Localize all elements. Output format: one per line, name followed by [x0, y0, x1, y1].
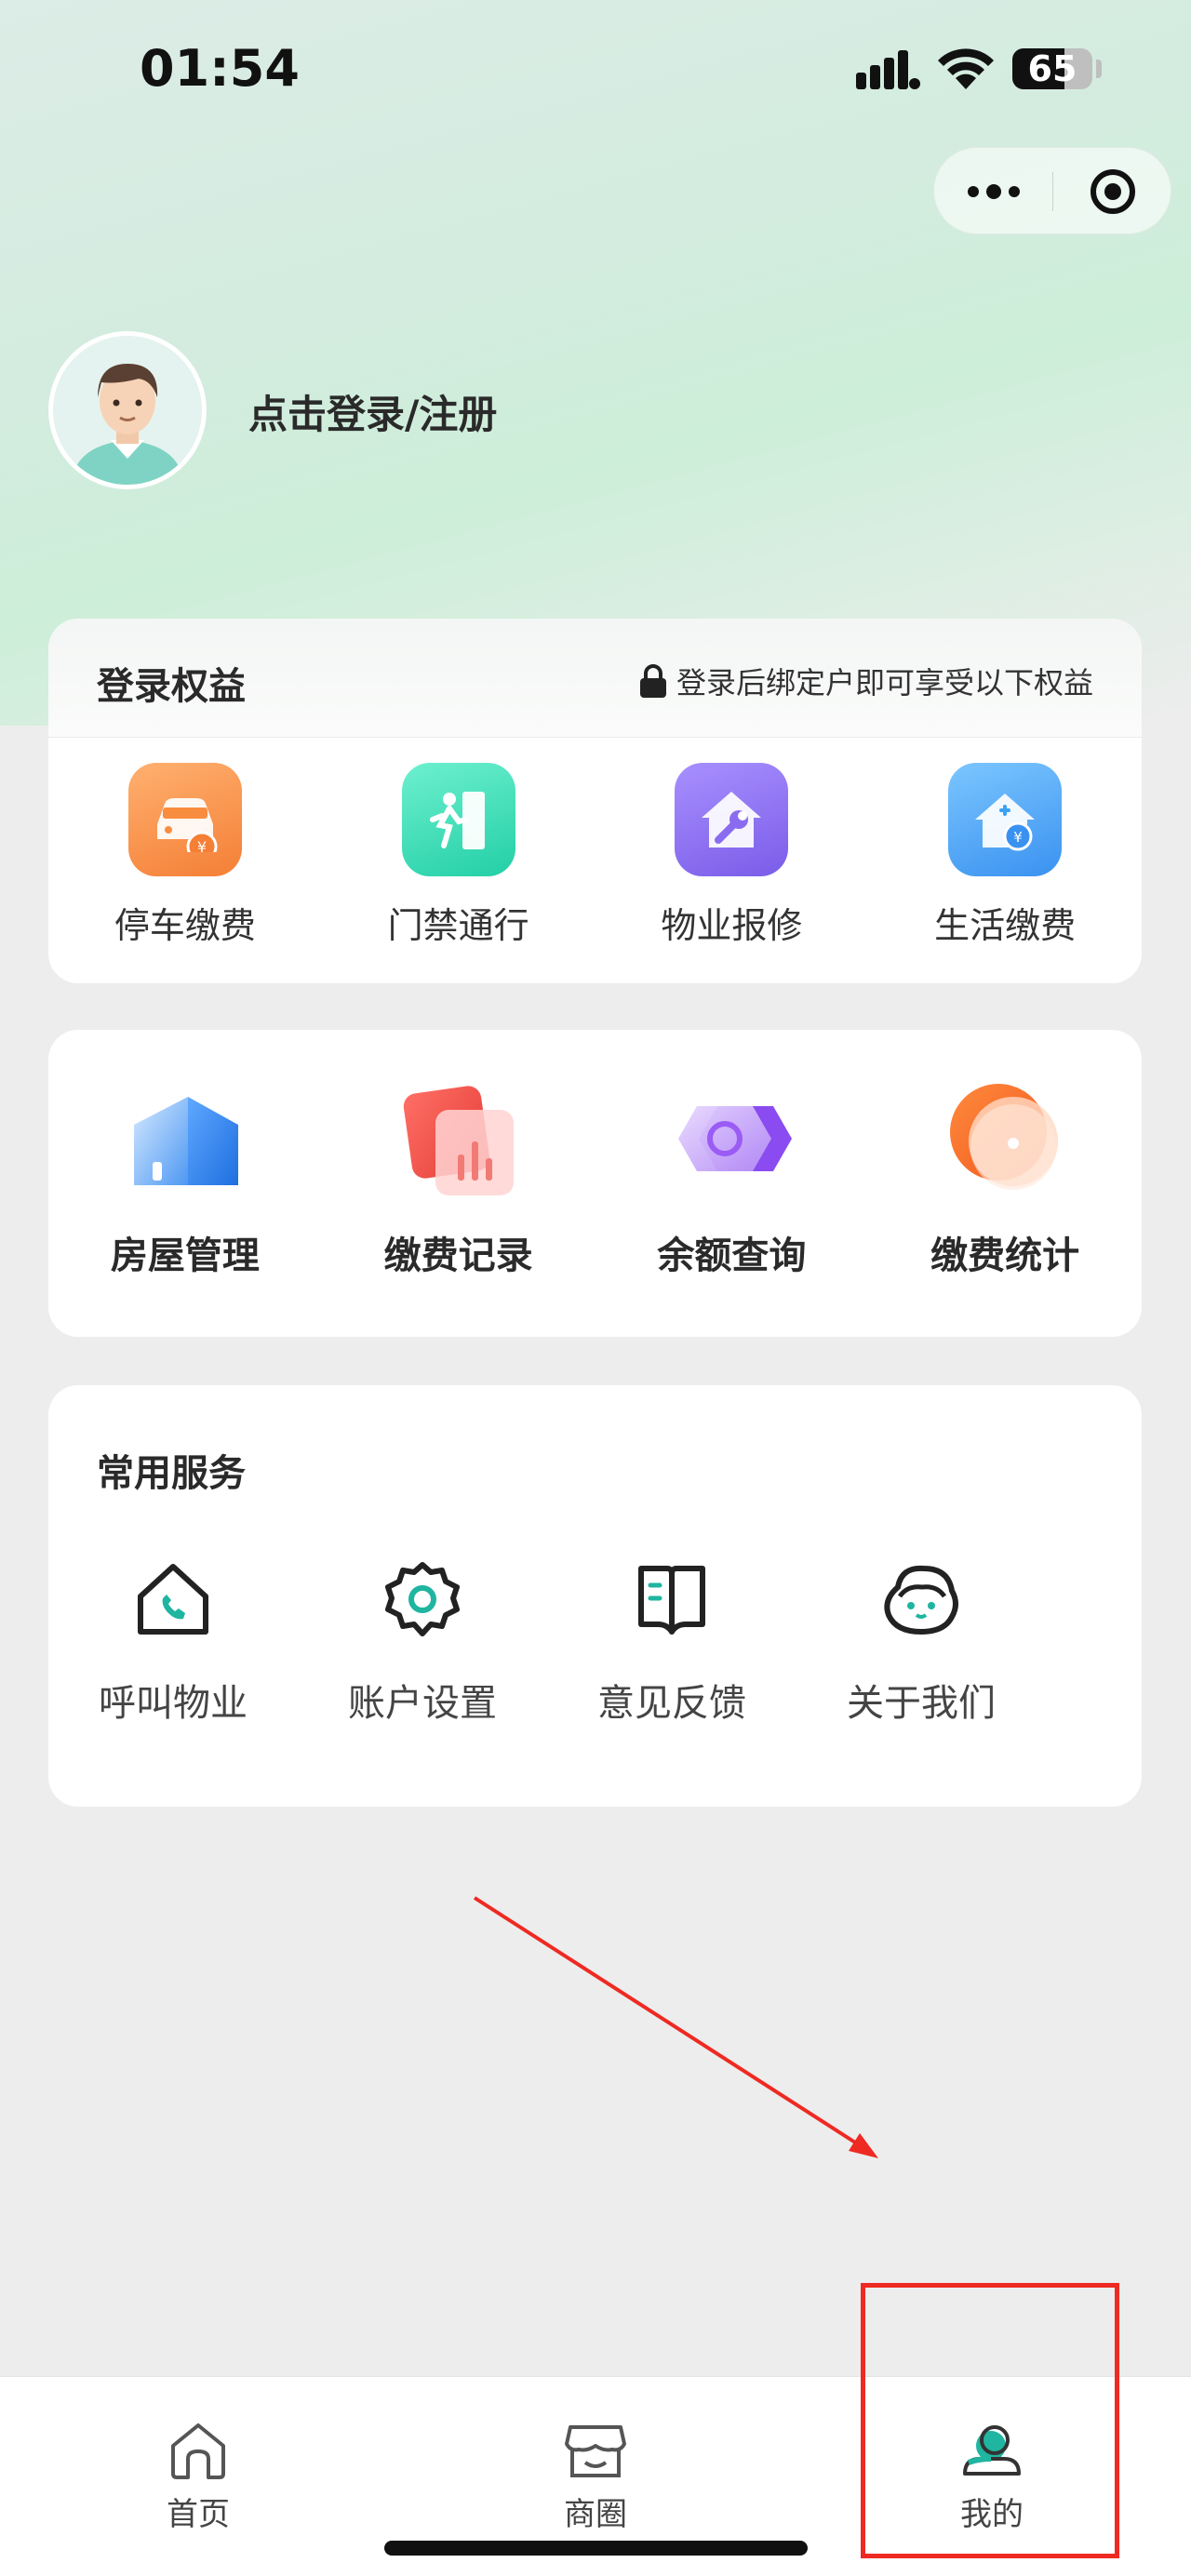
benefits-title: 登录权益 — [97, 665, 246, 708]
benefits-hint-text: 登录后绑定户即可享受以下权益 — [676, 665, 1093, 701]
service-about-us[interactable]: 关于我们 — [796, 1557, 1046, 1727]
call-property-icon — [138, 1564, 208, 1635]
more-button[interactable] — [934, 148, 1052, 235]
svg-text:¥: ¥ — [1013, 829, 1023, 846]
tab-home[interactable]: 首页 — [105, 2418, 291, 2534]
parking-fee-icon: ¥ — [127, 763, 242, 876]
benefit-label: 停车缴费 — [114, 905, 256, 946]
profile-header[interactable]: 点击登录/注册 — [48, 331, 700, 489]
benefits-header: 登录权益 登录后绑定户即可享受以下权益 — [48, 619, 1142, 738]
battery-level: 65 — [1027, 48, 1077, 89]
repair-icon — [675, 763, 789, 876]
benefit-label: 物业报修 — [661, 905, 803, 946]
service-account-settings[interactable]: 账户设置 — [298, 1557, 547, 1727]
status-time: 01:54 — [140, 39, 300, 98]
benefit-repair[interactable]: 物业报修 — [596, 763, 869, 948]
quick-action-label: 余额查询 — [657, 1235, 807, 1277]
about-us-icon — [884, 1565, 958, 1635]
life-payment-icon: ¥ — [948, 763, 1063, 876]
tab-shop[interactable]: 商圈 — [502, 2418, 689, 2534]
home-indicator — [384, 2541, 808, 2556]
benefits-hint: 登录后绑定户即可享受以下权益 — [637, 660, 1093, 702]
mini-program-capsule — [933, 147, 1171, 234]
services-title: 常用服务 — [97, 1452, 246, 1495]
benefit-label: 生活缴费 — [934, 905, 1077, 946]
benefits-grid: ¥ 停车缴费 门禁通行 物业报修 ¥ 生活缴费 — [48, 763, 1142, 948]
quick-actions-grid: 房屋管理 缴费记录 余额查询 缴费统计 — [48, 1069, 1142, 1279]
benefit-parking-fee[interactable]: ¥ 停车缴费 — [48, 763, 322, 948]
cellular-signal-icon — [856, 50, 920, 89]
tab-label: 商圈 — [564, 2496, 627, 2533]
login-register-link[interactable]: 点击登录/注册 — [248, 383, 497, 440]
quick-balance-query[interactable]: 余额查询 — [596, 1069, 869, 1279]
service-label: 账户设置 — [348, 1682, 497, 1725]
quick-action-label: 缴费统计 — [930, 1235, 1080, 1277]
quick-action-label: 房屋管理 — [110, 1235, 260, 1277]
payment-record-icon — [403, 1086, 514, 1195]
user-avatar-icon — [53, 336, 202, 485]
service-feedback[interactable]: 意见反馈 — [547, 1557, 796, 1727]
close-mini-program-button[interactable] — [1053, 148, 1172, 235]
tab-label: 首页 — [167, 2496, 230, 2533]
quick-house-management[interactable]: 房屋管理 — [48, 1069, 322, 1279]
avatar[interactable] — [48, 331, 207, 489]
battery-icon: 65 — [1012, 48, 1092, 89]
account-settings-icon — [385, 1562, 460, 1636]
target-circle-icon — [1091, 169, 1135, 214]
service-label: 关于我们 — [847, 1682, 996, 1725]
benefit-life-payment[interactable]: ¥ 生活缴费 — [868, 763, 1142, 948]
quick-payment-record[interactable]: 缴费记录 — [322, 1069, 596, 1279]
lock-icon — [639, 664, 666, 698]
wifi-icon — [938, 48, 994, 89]
battery-tip — [1096, 60, 1102, 78]
quick-action-label: 缴费记录 — [383, 1235, 533, 1277]
home-icon — [171, 2423, 225, 2479]
status-bar: 01:54 65 — [0, 0, 1191, 140]
door-access-icon — [401, 763, 515, 876]
service-label: 意见反馈 — [597, 1682, 746, 1725]
payment-stats-icon — [950, 1084, 1059, 1190]
balance-query-icon — [678, 1106, 793, 1171]
more-dots-icon — [967, 184, 1020, 199]
benefit-label: 门禁通行 — [387, 905, 529, 946]
shop-icon — [565, 2425, 626, 2477]
benefit-door-access[interactable]: 门禁通行 — [322, 763, 596, 948]
login-benefits-card: 登录权益 登录后绑定户即可享受以下权益 ¥ 停车缴费 门禁通行 物业报修 ¥ 生… — [48, 619, 1142, 983]
services-grid: 呼叫物业 账户设置 意见反馈 关于我们 — [48, 1557, 1142, 1727]
service-call-property[interactable]: 呼叫物业 — [48, 1557, 298, 1727]
quick-payment-stats[interactable]: 缴费统计 — [868, 1069, 1142, 1279]
house-management-icon — [133, 1097, 238, 1185]
service-label: 呼叫物业 — [99, 1682, 248, 1725]
feedback-icon — [638, 1566, 705, 1635]
svg-text:¥: ¥ — [197, 838, 207, 852]
common-services-card: 常用服务 呼叫物业 账户设置 意见反馈 关于我们 — [48, 1385, 1142, 1807]
quick-actions-card: 房屋管理 缴费记录 余额查询 缴费统计 — [48, 1030, 1142, 1337]
annotation-highlight-box — [861, 2283, 1119, 2558]
